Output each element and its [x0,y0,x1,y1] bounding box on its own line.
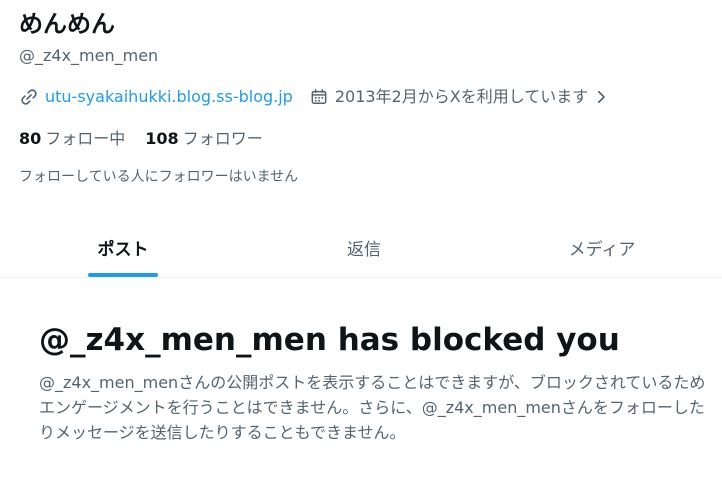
followers-link[interactable]: 108 フォロワー [145,129,262,149]
following-label: フォロー中 [45,129,126,148]
profile-tabs: ポスト 返信 メディア [0,217,722,278]
follow-stats: 80 フォロー中 108 フォロワー [19,129,283,149]
calendar-icon [309,87,329,107]
tab-posts-label: ポスト [97,239,149,260]
link-icon [19,87,39,107]
tab-replies[interactable]: 返信 [246,217,482,277]
tab-replies-label: 返信 [347,239,381,260]
profile-meta-row: utu-syakaihukki.blog.ss-blog.jp 2013年2月か… [19,86,610,108]
profile-handle: @_z4x_men_men [19,46,159,65]
blocked-description: @_z4x_men_menさんの公開ポストを表示することはできますが、ブロックさ… [39,373,706,442]
following-link[interactable]: 80 フォロー中 [19,129,125,149]
active-tab-indicator [88,273,158,277]
tab-posts[interactable]: ポスト [0,217,246,277]
followers-you-know-note: フォローしている人にフォロワーはいません [19,169,299,185]
following-count: 80 [19,129,42,148]
tab-media-label: メディア [568,239,636,260]
website-link[interactable]: utu-syakaihukki.blog.ss-blog.jp [19,87,293,107]
joined-date[interactable]: 2013年2月からXを利用しています [309,87,610,107]
profile-name: めんめん [19,10,115,38]
followers-count: 108 [145,129,179,148]
chevron-right-icon [592,88,610,106]
joined-date-text: 2013年2月からXを利用しています [334,87,589,106]
tab-media[interactable]: メディア [482,217,722,277]
blocked-title: @_z4x_men_men has blocked you [39,322,620,358]
website-link-text: utu-syakaihukki.blog.ss-blog.jp [45,87,293,106]
followers-label: フォロワー [182,129,263,148]
